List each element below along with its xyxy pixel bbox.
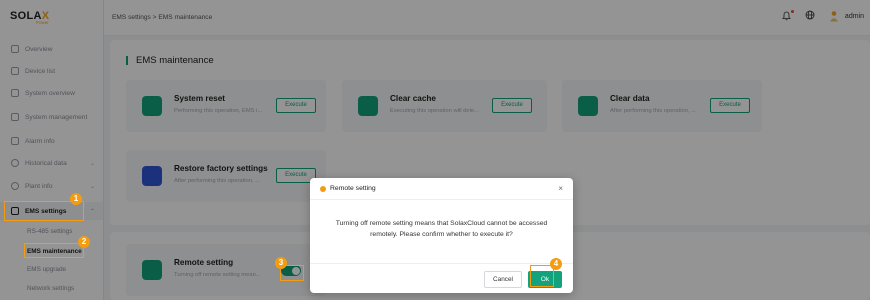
sidebar-item-device-list[interactable]: Device list — [0, 62, 103, 80]
execute-button[interactable]: Execute — [276, 98, 316, 113]
sidebar-sub-rs485-settings[interactable]: RS-485 settings — [27, 228, 72, 235]
chevron-down-icon: ⌄ — [89, 183, 95, 190]
overview-icon — [11, 45, 19, 53]
card-desc: After performing this operation, ... — [174, 178, 261, 184]
sidebar-sub-ems-upgrade[interactable]: EMS upgrade — [27, 266, 66, 273]
close-icon[interactable]: × — [558, 184, 563, 193]
sidebar-item-plant-info[interactable]: Plant info ⌄ — [0, 177, 103, 195]
trash-icon — [578, 96, 598, 116]
top-header: EMS settings > EMS maintenance admin — [104, 0, 870, 36]
dialog-title: Remote setting — [330, 185, 376, 192]
card-title: Restore factory settings — [174, 164, 268, 173]
card-desc: Executing this operation will dele... — [390, 108, 479, 114]
remote-setting-icon — [142, 260, 162, 280]
card-clear-cache: Clear cache Executing this operation wil… — [342, 80, 547, 132]
device-list-icon — [11, 67, 19, 75]
callout-4: 4 — [550, 258, 562, 270]
card-system-reset: System reset Performing this operation, … — [126, 80, 326, 132]
broom-icon — [358, 96, 378, 116]
callout-2: 2 — [78, 236, 90, 248]
highlight-box-2 — [24, 243, 84, 258]
dialog-message-line-2: remotely. Please confirm whether to exec… — [370, 231, 513, 238]
callout-1: 1 — [70, 193, 82, 205]
execute-button[interactable]: Execute — [710, 98, 750, 113]
sidebar-item-label: System overview — [25, 89, 75, 97]
username: admin — [844, 12, 864, 20]
card-clear-data: Clear data After performing this operati… — [562, 80, 762, 132]
chevron-down-icon: ⌄ — [89, 160, 95, 167]
warning-icon — [320, 186, 326, 192]
gear-icon — [11, 182, 19, 190]
chevron-up-icon: ⌃ — [89, 208, 95, 215]
dialog-message-line-1: Turning off remote setting means that So… — [335, 220, 548, 227]
reset-icon — [142, 96, 162, 116]
notification-bell-icon[interactable] — [782, 10, 794, 21]
globe-icon[interactable] — [805, 10, 815, 22]
breadcrumb: EMS settings > EMS maintenance — [112, 14, 213, 21]
sidebar-item-label: System management — [25, 113, 88, 121]
avatar — [829, 10, 839, 22]
sidebar-item-historical-data[interactable]: Historical data ⌄ — [0, 154, 103, 172]
cancel-button[interactable]: Cancel — [484, 271, 522, 288]
sidebar-item-label: Historical data — [25, 159, 67, 167]
sidebar-item-system-overview[interactable]: System overview — [0, 84, 103, 102]
clock-icon — [11, 159, 19, 167]
dialog-message: Turning off remote setting means that So… — [320, 218, 563, 240]
sidebar-item-label: Overview — [25, 45, 53, 53]
sidebar-item-alarm-info[interactable]: Alarm info — [0, 132, 103, 150]
dialog-header: Remote setting × — [310, 178, 573, 200]
sidebar-sub-network-settings[interactable]: Network settings — [27, 285, 74, 292]
app-root: SOLAX Power Overview Device list System … — [0, 0, 870, 300]
card-title: System reset — [174, 94, 225, 103]
user-menu[interactable]: admin — [829, 10, 864, 22]
logo-subtext: Power — [36, 20, 49, 25]
card-desc: Turning off remote setting mean... — [174, 272, 261, 278]
sidebar-item-label: Alarm info — [25, 137, 55, 145]
card-restore-factory: Restore factory settings After performin… — [126, 150, 326, 202]
sidebar-item-overview[interactable]: Overview — [0, 40, 103, 58]
card-desc: Performing this operation, EMS i... — [174, 108, 263, 114]
sidebar-item-label: Device list — [25, 67, 56, 75]
card-title: Clear data — [610, 94, 650, 103]
logo: SOLAX Power — [0, 0, 103, 36]
highlight-box-4 — [530, 265, 554, 287]
system-management-icon — [11, 113, 19, 121]
notification-dot — [790, 10, 794, 13]
callout-3: 3 — [275, 257, 287, 269]
alarm-icon — [11, 137, 19, 145]
execute-button[interactable]: Execute — [492, 98, 532, 113]
sidebar-item-system-management[interactable]: System management — [0, 108, 103, 126]
card-desc: After performing this operation, ... — [610, 108, 697, 114]
system-overview-icon — [11, 89, 19, 97]
page-title: EMS maintenance — [126, 56, 214, 65]
card-title: Clear cache — [390, 94, 436, 103]
gear-icon — [142, 166, 162, 186]
sidebar-item-label: Plant info — [25, 182, 53, 190]
card-title: Remote setting — [174, 258, 234, 267]
header-actions: admin — [782, 10, 864, 22]
